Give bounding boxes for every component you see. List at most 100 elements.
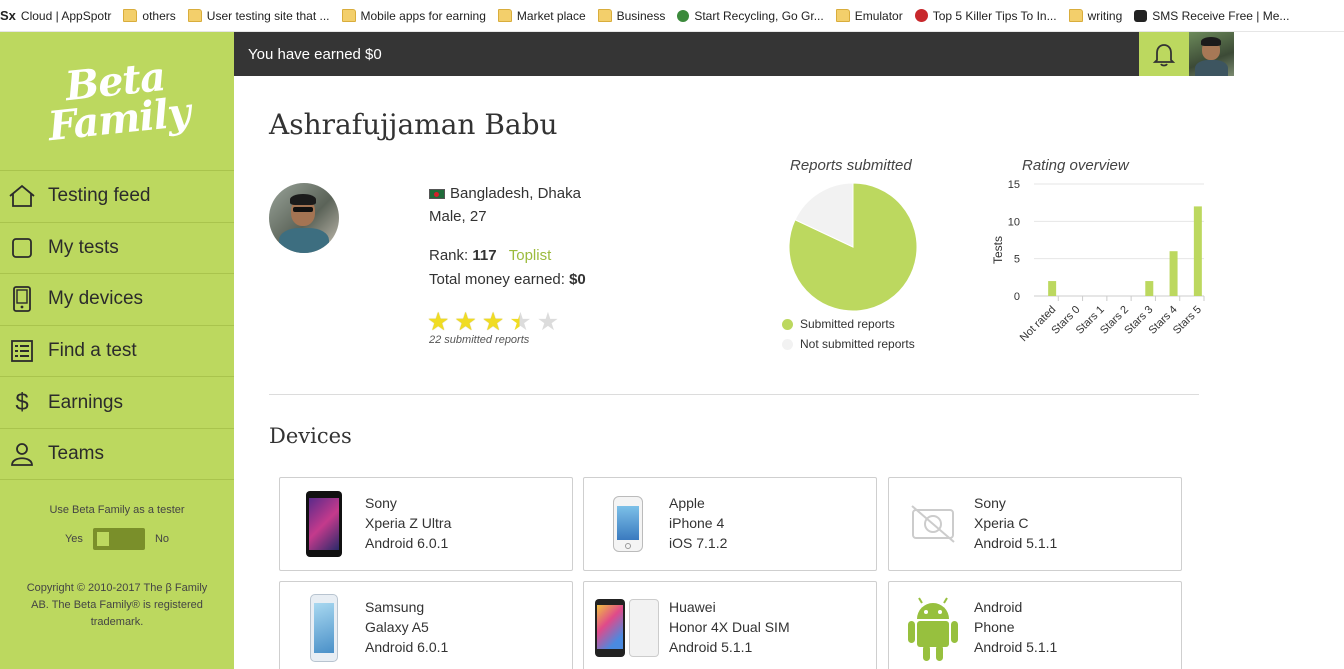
folder-icon xyxy=(123,9,138,22)
sx-icon: Sx xyxy=(0,8,16,23)
device-os: Android 5.1.1 xyxy=(974,639,1058,655)
sidebar-item-my-tests[interactable]: My tests xyxy=(0,221,234,274)
submitted-reports-text: 22 submitted reports xyxy=(429,334,530,346)
device-card[interactable]: Huawei Honor 4X Dual SIM Android 5.1.1 xyxy=(583,581,877,669)
dollar-icon: $ xyxy=(15,388,29,416)
sidebar-item-label: Find a test xyxy=(48,340,137,362)
device-model: Honor 4X Dual SIM xyxy=(669,619,790,635)
sidebar-item-find-a-test[interactable]: Find a test xyxy=(0,324,234,377)
pie-chart-title: Reports submitted xyxy=(790,157,912,174)
sidebar-item-label: Earnings xyxy=(48,391,123,413)
device-os: Android 6.0.1 xyxy=(365,639,449,655)
x-tick-label: Not rated xyxy=(1018,304,1058,344)
android-robot-icon xyxy=(903,592,963,664)
sidebar-item-my-devices[interactable]: My devices xyxy=(0,273,234,325)
bar xyxy=(1145,281,1154,296)
sony-phone-icon xyxy=(300,488,348,560)
device-icon xyxy=(8,286,36,313)
rank-label: Rank: xyxy=(429,247,469,264)
bookmark-appspotr[interactable]: Sx Cloud | AppSpotr xyxy=(0,8,111,23)
bookmark-market-place[interactable]: Market place xyxy=(497,9,586,23)
folder-icon xyxy=(497,9,512,22)
tester-toggle-row: Yes No xyxy=(0,527,234,550)
recycle-icon xyxy=(677,9,690,22)
tester-label: Use Beta Family as a tester xyxy=(49,503,185,516)
bookmark-business[interactable]: Business xyxy=(597,9,665,23)
folder-icon xyxy=(835,9,850,22)
profile-info: Bangladesh, Dhaka Male, 27 xyxy=(429,182,581,228)
avatar[interactable] xyxy=(1189,32,1234,76)
location-text: Bangladesh, Dhaka xyxy=(450,185,581,202)
bell-icon[interactable] xyxy=(1139,32,1189,76)
legend-dot xyxy=(782,338,793,350)
sidebar-item-label: Testing feed xyxy=(48,185,151,207)
rank-row: Rank: 117 Toplist xyxy=(429,247,551,264)
profile-main: Ashrafujjaman Babu Bangladesh, Dhaka Mal… xyxy=(234,76,1234,669)
money-value: $0 xyxy=(569,271,586,288)
device-brand: Samsung xyxy=(365,599,425,615)
device-model: iPhone 4 xyxy=(669,515,725,531)
right-gutter xyxy=(1234,32,1344,669)
star-icon: ★ xyxy=(509,308,532,336)
red-site-icon xyxy=(914,9,928,22)
device-card[interactable]: Sony Xperia C Android 5.1.1 xyxy=(888,477,1182,571)
device-brand: Sony xyxy=(974,495,1006,511)
sms-icon xyxy=(1134,9,1148,22)
earned-text: You have earned $0 xyxy=(248,45,382,63)
list-icon xyxy=(8,338,36,364)
team-icon xyxy=(8,441,36,467)
samsung-phone-icon xyxy=(300,592,348,664)
device-model: Xperia Z Ultra xyxy=(365,515,452,531)
money-label: Total money earned: xyxy=(429,271,565,288)
pie-legend: Submitted reports Not submitted reports xyxy=(782,314,915,354)
bar xyxy=(1193,206,1202,296)
device-os: Android 6.0.1 xyxy=(365,535,449,551)
bookmark-writing[interactable]: writing xyxy=(1068,9,1122,23)
star-icon: ★ xyxy=(427,308,450,336)
sidebar: Beta Family Testing feed My tests My devi… xyxy=(0,32,234,669)
device-os: Android 5.1.1 xyxy=(669,639,753,655)
device-card[interactable]: Sony Xperia Z Ultra Android 6.0.1 xyxy=(279,477,573,571)
device-card[interactable]: Android Phone Android 5.1.1 xyxy=(888,581,1182,669)
folder-icon xyxy=(1068,9,1083,22)
square-icon xyxy=(8,235,36,261)
sidebar-item-earnings[interactable]: $ Earnings xyxy=(0,376,234,428)
bookmark-killer-tips[interactable]: Top 5 Killer Tips To In... xyxy=(914,9,1057,23)
device-card[interactable]: Apple iPhone 4 iOS 7.1.2 xyxy=(583,477,877,571)
bookmark-emulator[interactable]: Emulator xyxy=(835,9,903,23)
legend-dot xyxy=(782,318,793,330)
y-axis-label: Tests xyxy=(991,236,1005,264)
bar xyxy=(1169,251,1178,296)
device-brand: Android xyxy=(974,599,1023,615)
bookmark-user-testing[interactable]: User testing site that ... xyxy=(187,9,330,23)
bookmark-recycling[interactable]: Start Recycling, Go Gr... xyxy=(677,9,824,23)
sidebar-item-testing-feed[interactable]: Testing feed xyxy=(0,170,234,222)
device-model: Xperia C xyxy=(974,515,1029,531)
tester-toggle[interactable] xyxy=(92,527,145,550)
device-card[interactable]: Samsung Galaxy A5 Android 6.0.1 xyxy=(279,581,573,669)
money-row: Total money earned: $0 xyxy=(429,271,586,288)
bookmark-sms-receive[interactable]: SMS Receive Free | Me... xyxy=(1134,9,1289,23)
sidebar-item-label: Teams xyxy=(48,442,104,464)
gender-age-text: Male, 27 xyxy=(429,208,487,225)
y-tick-label: 0 xyxy=(1014,291,1020,303)
legend-item-not-submitted: Not submitted reports xyxy=(782,334,915,354)
bookmark-others[interactable]: others xyxy=(123,9,176,23)
rank-value: 117 xyxy=(472,247,497,264)
toplist-link[interactable]: Toplist xyxy=(509,247,552,264)
beta-family-logo[interactable]: Beta Family xyxy=(0,32,234,170)
toggle-knob xyxy=(96,531,109,546)
profile-avatar xyxy=(269,183,339,253)
folder-icon xyxy=(341,9,356,22)
reports-pie-chart xyxy=(788,182,918,312)
folder-icon xyxy=(187,9,202,22)
bookmark-mobile-apps[interactable]: Mobile apps for earning xyxy=(341,9,486,23)
huawei-phone-icon xyxy=(594,592,660,664)
y-tick-label: 5 xyxy=(1014,254,1020,266)
device-brand: Sony xyxy=(365,495,397,511)
folder-icon xyxy=(597,9,612,22)
sidebar-item-teams[interactable]: Teams xyxy=(0,427,234,480)
y-tick-label: 10 xyxy=(1008,216,1020,228)
device-brand: Apple xyxy=(669,495,705,511)
toggle-yes-label: Yes xyxy=(64,532,83,545)
